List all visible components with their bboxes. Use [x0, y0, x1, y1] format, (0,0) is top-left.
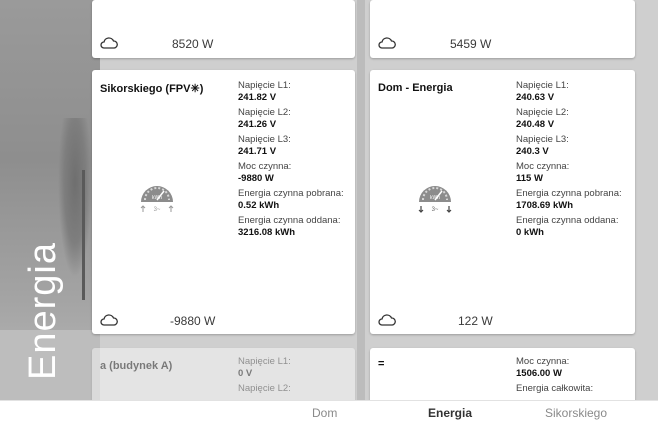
reading-label: Energia czynna pobrana: [238, 188, 344, 199]
reading-value: 241.82 V [238, 91, 277, 103]
reading-label: Energia czynna oddana: [516, 215, 619, 226]
tab-dom[interactable]: Dom [312, 406, 337, 420]
bottom-tab-bar: Dom Energia Sikorskiego [0, 400, 658, 425]
reading-value: -9880 W [238, 172, 274, 184]
reading-value: 240.48 V [516, 118, 555, 130]
side-photo-panel: Energia [0, 0, 100, 400]
device-card-top-right[interactable]: 5459 W [370, 0, 635, 58]
reading-value: 240.3 V [516, 145, 549, 157]
reading-label: Napięcie L2: [238, 107, 291, 118]
readings-list: Napięcie L1: 0 V Napięcie L2: [238, 356, 291, 395]
reading-value: 0 kWh [516, 226, 544, 238]
readings-list: Napięcie L1: 241.82 V Napięcie L2: 241.2… [238, 80, 344, 242]
readings-list: Moc czynna: 1506.00 W Energia całkowita: [516, 356, 593, 395]
energy-meter-icon: kWh 3~ [140, 186, 174, 213]
reading-value: 241.26 V [238, 118, 277, 130]
tab-energia[interactable]: Energia [428, 406, 472, 420]
column-divider [357, 0, 365, 400]
reading-label: Moc czynna: [516, 161, 570, 172]
reading-label: Napięcie L3: [238, 134, 291, 145]
reading-label: Napięcie L2: [516, 107, 569, 118]
device-card-dom-energia[interactable]: Dom - Energia kWh 3~ Napięcie L1: 240.63… [370, 70, 635, 334]
device-name: a (budynek A) [100, 360, 173, 372]
reading-value: 3216.08 kWh [238, 226, 296, 238]
reading-label: Napięcie L3: [516, 134, 569, 145]
reading-value: 1708.69 kWh [516, 199, 574, 211]
reading-value: 240.63 V [516, 91, 555, 103]
power-value: -9880 W [170, 314, 216, 328]
cloud-icon [100, 37, 118, 49]
svg-text:kWh: kWh [152, 195, 162, 201]
cloud-icon [100, 314, 118, 326]
device-name: Dom - Energia [378, 82, 453, 94]
reading-label: Napięcie L1: [238, 356, 291, 367]
device-name: Sikorskiego (FPV✳) [100, 83, 204, 95]
readings-list: Napięcie L1: 240.63 V Napięcie L2: 240.4… [516, 80, 622, 242]
power-value: 8520 W [172, 37, 214, 51]
reading-label: Energia czynna oddana: [238, 215, 341, 226]
reading-label: Napięcie L1: [516, 80, 569, 91]
device-card-sikorskiego[interactable]: Sikorskiego (FPV✳) kWh 3~ Napięcie L1: 2… [92, 70, 355, 334]
reading-value: 0.52 kWh [238, 199, 280, 211]
reading-label: Energia czynna pobrana: [516, 188, 622, 199]
cloud-icon [378, 37, 396, 49]
reading-label: Napięcie L1: [238, 80, 291, 91]
cloud-icon [378, 314, 396, 326]
device-card-bottom-right[interactable]: = Moc czynna: 1506.00 W Energia całkowit… [370, 348, 635, 408]
reading-label: Napięcie L2: [238, 383, 291, 394]
reading-label: Moc czynna: [516, 356, 570, 367]
device-name: = [378, 358, 385, 370]
device-card-top-left[interactable]: 8520 W [92, 0, 355, 58]
svg-text:kWh: kWh [430, 195, 440, 201]
svg-text:3~: 3~ [432, 207, 439, 213]
plant-stem-decoration [82, 170, 85, 300]
reading-label: Moc czynna: [238, 161, 292, 172]
reading-label: Energia całkowita: [516, 383, 594, 394]
power-value: 122 W [458, 314, 493, 328]
power-value: 5459 W [450, 37, 492, 51]
tab-sikorskiego[interactable]: Sikorskiego [545, 406, 607, 420]
reading-value: 115 W [516, 172, 543, 184]
energy-meter-icon: kWh 3~ [418, 186, 452, 213]
device-card-budynek-a[interactable]: a (budynek A) Napięcie L1: 0 V Napięcie … [92, 348, 355, 408]
svg-text:3~: 3~ [154, 207, 161, 213]
reading-value: 1506.00 W [516, 367, 562, 379]
reading-value: 0 V [238, 367, 253, 379]
page-title: Energia [22, 242, 64, 380]
reading-value: 241.71 V [238, 145, 277, 157]
